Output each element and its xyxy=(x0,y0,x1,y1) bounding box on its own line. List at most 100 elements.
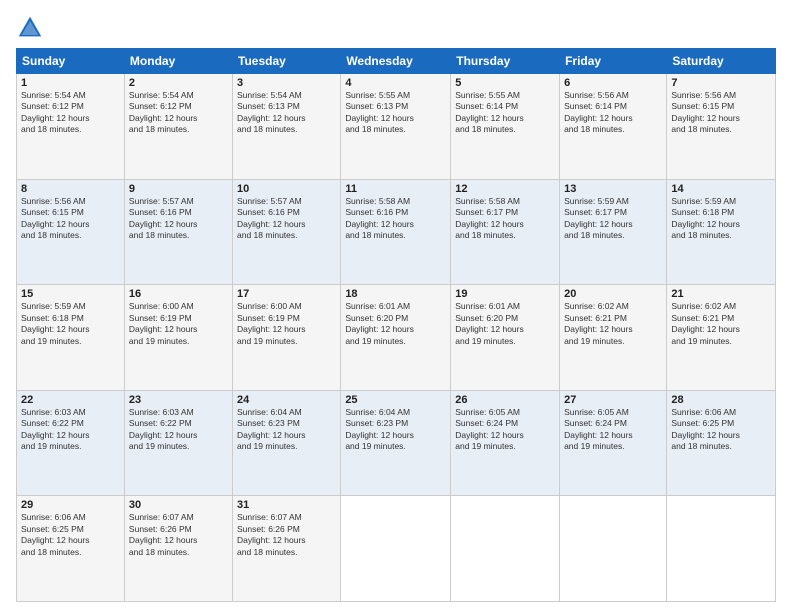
day-number: 30 xyxy=(129,499,228,511)
day-info: Sunrise: 5:58 AMSunset: 6:17 PMDaylight:… xyxy=(455,196,524,240)
day-cell: 4Sunrise: 5:55 AMSunset: 6:13 PMDaylight… xyxy=(341,74,451,180)
day-info: Sunrise: 6:04 AMSunset: 6:23 PMDaylight:… xyxy=(237,407,306,451)
day-number: 19 xyxy=(455,288,555,300)
day-cell: 8Sunrise: 5:56 AMSunset: 6:15 PMDaylight… xyxy=(17,179,125,285)
header-cell-sunday: Sunday xyxy=(17,49,125,74)
day-number: 4 xyxy=(345,77,446,89)
header-cell-tuesday: Tuesday xyxy=(233,49,341,74)
day-cell: 26Sunrise: 6:05 AMSunset: 6:24 PMDayligh… xyxy=(451,390,560,496)
day-info: Sunrise: 6:04 AMSunset: 6:23 PMDaylight:… xyxy=(345,407,414,451)
week-row-1: 8Sunrise: 5:56 AMSunset: 6:15 PMDaylight… xyxy=(17,179,776,285)
day-number: 8 xyxy=(21,183,120,195)
day-cell: 20Sunrise: 6:02 AMSunset: 6:21 PMDayligh… xyxy=(560,285,667,391)
header-row: SundayMondayTuesdayWednesdayThursdayFrid… xyxy=(17,49,776,74)
day-cell: 2Sunrise: 5:54 AMSunset: 6:12 PMDaylight… xyxy=(124,74,232,180)
day-number: 21 xyxy=(671,288,771,300)
day-number: 3 xyxy=(237,77,336,89)
day-cell: 11Sunrise: 5:58 AMSunset: 6:16 PMDayligh… xyxy=(341,179,451,285)
day-number: 24 xyxy=(237,394,336,406)
day-info: Sunrise: 5:59 AMSunset: 6:17 PMDaylight:… xyxy=(564,196,633,240)
day-number: 29 xyxy=(21,499,120,511)
day-cell: 21Sunrise: 6:02 AMSunset: 6:21 PMDayligh… xyxy=(667,285,776,391)
day-number: 12 xyxy=(455,183,555,195)
day-info: Sunrise: 6:00 AMSunset: 6:19 PMDaylight:… xyxy=(237,301,306,345)
day-info: Sunrise: 6:06 AMSunset: 6:25 PMDaylight:… xyxy=(21,512,90,556)
day-info: Sunrise: 5:57 AMSunset: 6:16 PMDaylight:… xyxy=(129,196,198,240)
header-cell-wednesday: Wednesday xyxy=(341,49,451,74)
calendar-body: 1Sunrise: 5:54 AMSunset: 6:12 PMDaylight… xyxy=(17,74,776,602)
day-cell xyxy=(451,496,560,602)
day-cell: 28Sunrise: 6:06 AMSunset: 6:25 PMDayligh… xyxy=(667,390,776,496)
day-cell: 18Sunrise: 6:01 AMSunset: 6:20 PMDayligh… xyxy=(341,285,451,391)
day-info: Sunrise: 5:58 AMSunset: 6:16 PMDaylight:… xyxy=(345,196,414,240)
logo xyxy=(16,14,46,42)
day-info: Sunrise: 5:54 AMSunset: 6:12 PMDaylight:… xyxy=(129,90,198,134)
day-info: Sunrise: 6:05 AMSunset: 6:24 PMDaylight:… xyxy=(564,407,633,451)
day-cell: 14Sunrise: 5:59 AMSunset: 6:18 PMDayligh… xyxy=(667,179,776,285)
day-number: 25 xyxy=(345,394,446,406)
day-number: 17 xyxy=(237,288,336,300)
day-cell: 1Sunrise: 5:54 AMSunset: 6:12 PMDaylight… xyxy=(17,74,125,180)
day-number: 13 xyxy=(564,183,662,195)
day-cell xyxy=(341,496,451,602)
day-cell: 24Sunrise: 6:04 AMSunset: 6:23 PMDayligh… xyxy=(233,390,341,496)
day-cell: 29Sunrise: 6:06 AMSunset: 6:25 PMDayligh… xyxy=(17,496,125,602)
day-cell xyxy=(667,496,776,602)
day-info: Sunrise: 5:55 AMSunset: 6:13 PMDaylight:… xyxy=(345,90,414,134)
day-info: Sunrise: 6:01 AMSunset: 6:20 PMDaylight:… xyxy=(345,301,414,345)
day-number: 9 xyxy=(129,183,228,195)
day-info: Sunrise: 5:56 AMSunset: 6:15 PMDaylight:… xyxy=(671,90,740,134)
day-number: 26 xyxy=(455,394,555,406)
day-info: Sunrise: 6:05 AMSunset: 6:24 PMDaylight:… xyxy=(455,407,524,451)
day-cell: 12Sunrise: 5:58 AMSunset: 6:17 PMDayligh… xyxy=(451,179,560,285)
day-info: Sunrise: 6:06 AMSunset: 6:25 PMDaylight:… xyxy=(671,407,740,451)
day-cell: 6Sunrise: 5:56 AMSunset: 6:14 PMDaylight… xyxy=(560,74,667,180)
day-info: Sunrise: 6:02 AMSunset: 6:21 PMDaylight:… xyxy=(564,301,633,345)
day-info: Sunrise: 6:07 AMSunset: 6:26 PMDaylight:… xyxy=(237,512,306,556)
day-info: Sunrise: 5:55 AMSunset: 6:14 PMDaylight:… xyxy=(455,90,524,134)
calendar-header: SundayMondayTuesdayWednesdayThursdayFrid… xyxy=(17,49,776,74)
day-info: Sunrise: 5:54 AMSunset: 6:13 PMDaylight:… xyxy=(237,90,306,134)
day-cell: 16Sunrise: 6:00 AMSunset: 6:19 PMDayligh… xyxy=(124,285,232,391)
day-number: 15 xyxy=(21,288,120,300)
day-number: 5 xyxy=(455,77,555,89)
day-number: 6 xyxy=(564,77,662,89)
day-cell: 17Sunrise: 6:00 AMSunset: 6:19 PMDayligh… xyxy=(233,285,341,391)
week-row-3: 22Sunrise: 6:03 AMSunset: 6:22 PMDayligh… xyxy=(17,390,776,496)
day-info: Sunrise: 5:56 AMSunset: 6:15 PMDaylight:… xyxy=(21,196,90,240)
day-number: 22 xyxy=(21,394,120,406)
day-cell: 31Sunrise: 6:07 AMSunset: 6:26 PMDayligh… xyxy=(233,496,341,602)
page: SundayMondayTuesdayWednesdayThursdayFrid… xyxy=(0,0,792,612)
day-info: Sunrise: 5:56 AMSunset: 6:14 PMDaylight:… xyxy=(564,90,633,134)
header-cell-monday: Monday xyxy=(124,49,232,74)
day-cell: 5Sunrise: 5:55 AMSunset: 6:14 PMDaylight… xyxy=(451,74,560,180)
day-info: Sunrise: 5:54 AMSunset: 6:12 PMDaylight:… xyxy=(21,90,90,134)
day-number: 16 xyxy=(129,288,228,300)
day-number: 31 xyxy=(237,499,336,511)
week-row-2: 15Sunrise: 5:59 AMSunset: 6:18 PMDayligh… xyxy=(17,285,776,391)
day-cell: 25Sunrise: 6:04 AMSunset: 6:23 PMDayligh… xyxy=(341,390,451,496)
day-cell: 10Sunrise: 5:57 AMSunset: 6:16 PMDayligh… xyxy=(233,179,341,285)
day-info: Sunrise: 6:01 AMSunset: 6:20 PMDaylight:… xyxy=(455,301,524,345)
calendar-table: SundayMondayTuesdayWednesdayThursdayFrid… xyxy=(16,48,776,602)
day-cell: 30Sunrise: 6:07 AMSunset: 6:26 PMDayligh… xyxy=(124,496,232,602)
day-info: Sunrise: 5:57 AMSunset: 6:16 PMDaylight:… xyxy=(237,196,306,240)
header-cell-thursday: Thursday xyxy=(451,49,560,74)
day-info: Sunrise: 6:03 AMSunset: 6:22 PMDaylight:… xyxy=(21,407,90,451)
day-number: 28 xyxy=(671,394,771,406)
day-cell: 13Sunrise: 5:59 AMSunset: 6:17 PMDayligh… xyxy=(560,179,667,285)
day-info: Sunrise: 6:03 AMSunset: 6:22 PMDaylight:… xyxy=(129,407,198,451)
header-cell-saturday: Saturday xyxy=(667,49,776,74)
day-cell: 3Sunrise: 5:54 AMSunset: 6:13 PMDaylight… xyxy=(233,74,341,180)
day-cell: 7Sunrise: 5:56 AMSunset: 6:15 PMDaylight… xyxy=(667,74,776,180)
day-cell: 15Sunrise: 5:59 AMSunset: 6:18 PMDayligh… xyxy=(17,285,125,391)
header-cell-friday: Friday xyxy=(560,49,667,74)
day-number: 11 xyxy=(345,183,446,195)
week-row-0: 1Sunrise: 5:54 AMSunset: 6:12 PMDaylight… xyxy=(17,74,776,180)
day-number: 2 xyxy=(129,77,228,89)
day-cell: 22Sunrise: 6:03 AMSunset: 6:22 PMDayligh… xyxy=(17,390,125,496)
week-row-4: 29Sunrise: 6:06 AMSunset: 6:25 PMDayligh… xyxy=(17,496,776,602)
day-cell xyxy=(560,496,667,602)
day-info: Sunrise: 5:59 AMSunset: 6:18 PMDaylight:… xyxy=(671,196,740,240)
day-cell: 9Sunrise: 5:57 AMSunset: 6:16 PMDaylight… xyxy=(124,179,232,285)
